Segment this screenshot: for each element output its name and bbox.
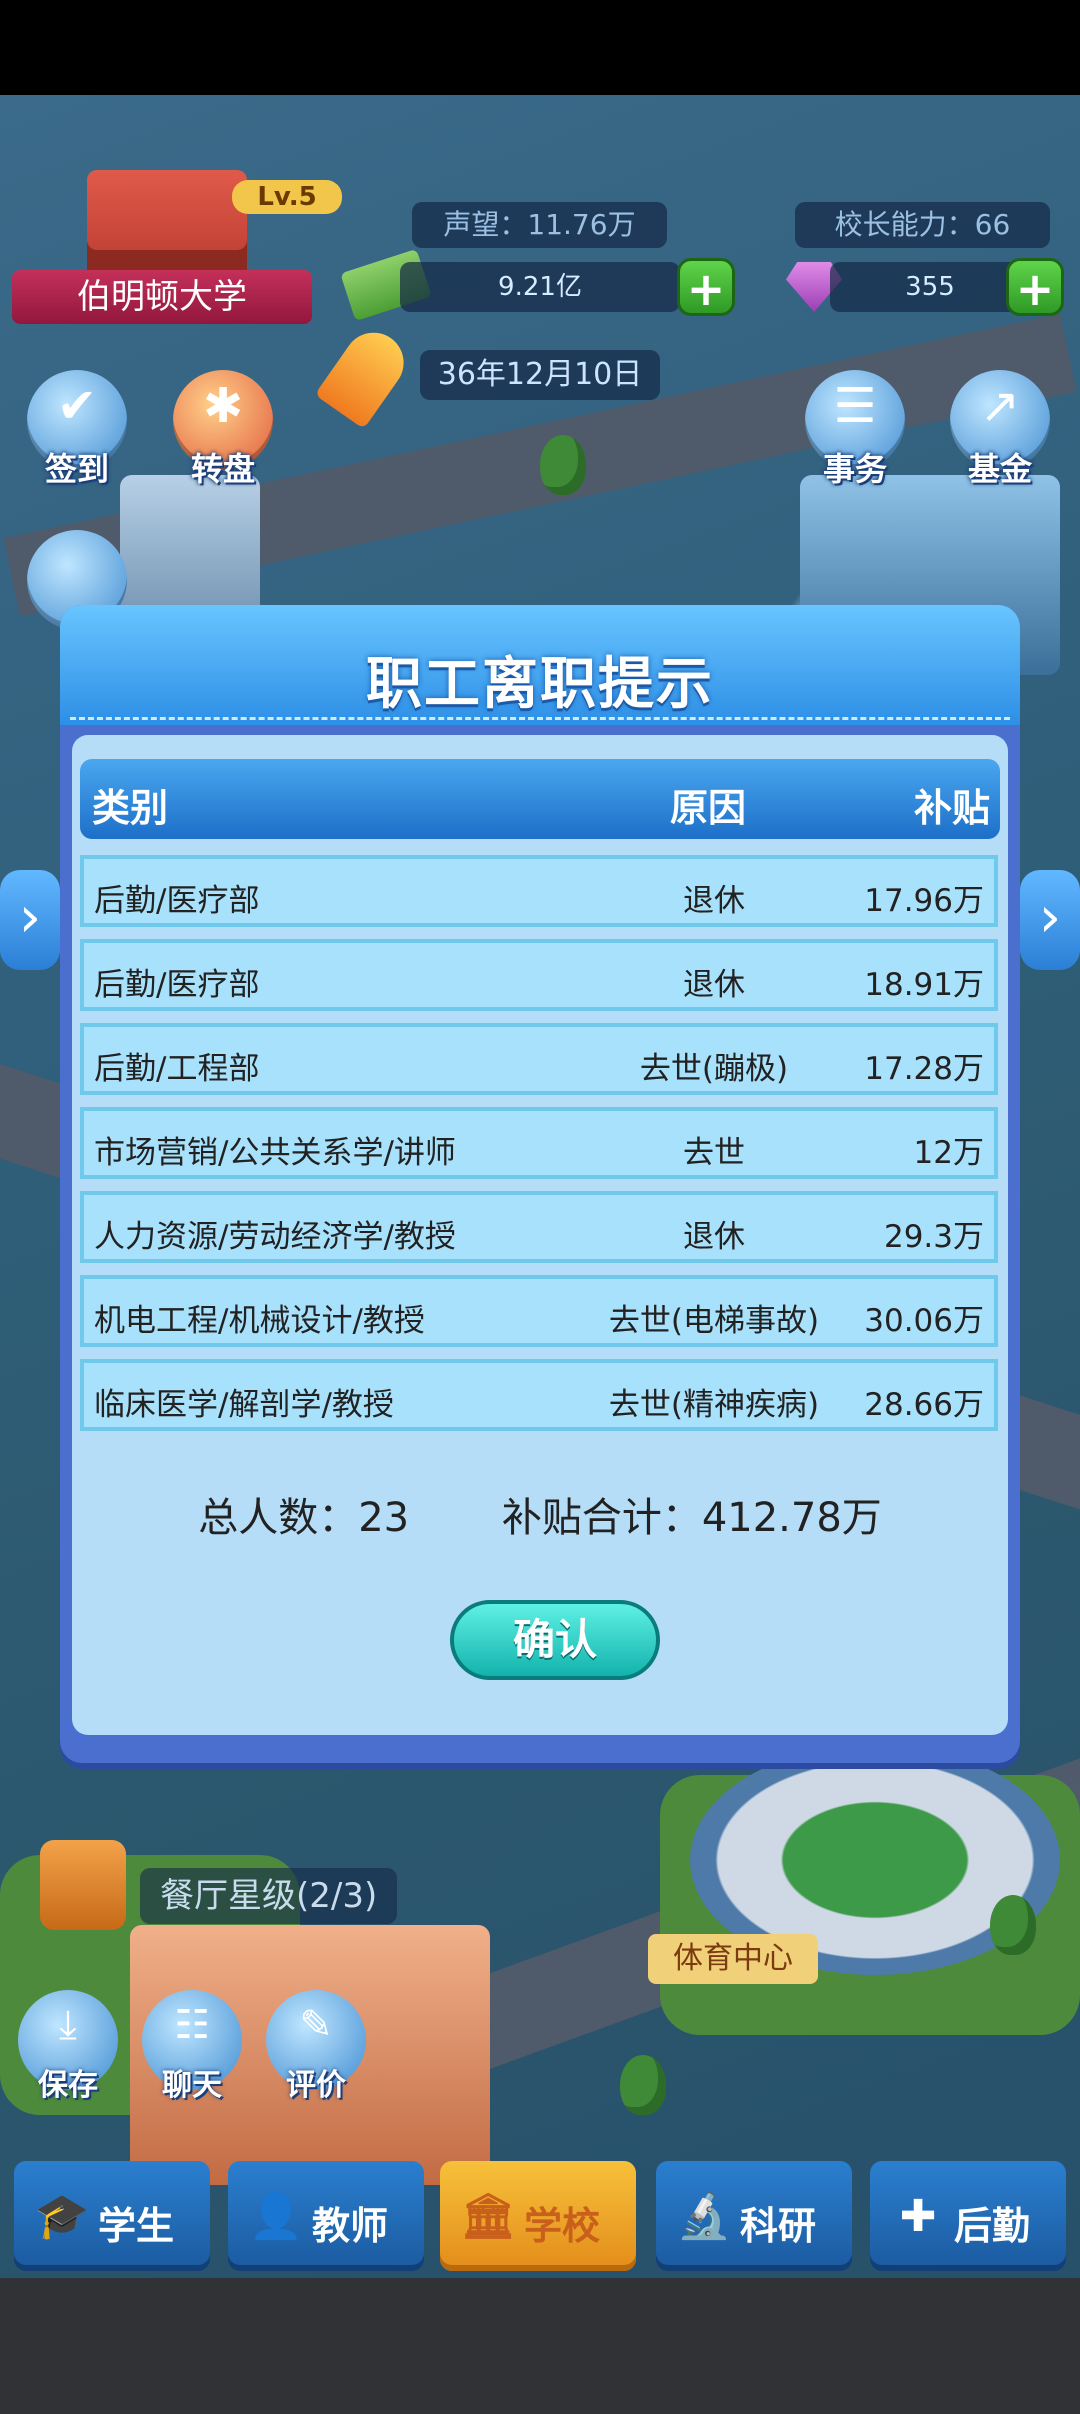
tab-teachers[interactable]: 👤 教师 [228,2161,424,2271]
tree [620,2055,666,2115]
wheel-button[interactable]: ✱ 转盘 [168,370,278,500]
building-icon: 🏛 [460,2191,516,2242]
table-row: 人力资源/劳动经济学/教授 退休 29.3万 [80,1191,998,1263]
principal-ability-display: 校长能力：66 [795,202,1050,248]
table-row: 临床医学/解剖学/教授 去世(精神疾病) 28.66万 [80,1359,998,1431]
tab-logistics[interactable]: ✚ 后勤 [870,2161,1066,2271]
row-reason: 退休 [683,1219,745,1255]
scroll-right-arrow-icon[interactable]: › [1020,870,1080,970]
save-button[interactable]: ⤓ 保存 [18,1990,118,2110]
column-header-subsidy: 补贴 [913,786,990,830]
add-gems-button[interactable]: + [1006,258,1064,316]
dialog-header: 职工离职提示 [60,605,1020,725]
checkin-button[interactable]: ✔ 签到 [22,370,132,500]
staff-resignation-dialog: 职工离职提示 类别 原因 补贴 后勤/医疗部 退休 17.96万 后勤/医疗部 … [60,605,1020,1763]
level-badge: Lv.5 [232,180,342,214]
total-subsidy: 补贴合计：412.78万 [501,1495,882,1541]
mailbox-icon[interactable] [40,1840,126,1930]
row-reason: 退休 [683,883,745,919]
table-row: 后勤/医疗部 退休 18.91万 [80,939,998,1011]
row-category: 后勤/医疗部 [94,967,260,1003]
row-subsidy: 12万 [913,1135,984,1171]
row-category: 人力资源/劳动经济学/教授 [94,1219,456,1255]
affairs-button[interactable]: ☰ 事务 [800,370,910,500]
row-category: 市场营销/公共关系学/讲师 [94,1135,456,1171]
confirm-button[interactable]: 确认 [450,1600,660,1680]
microscope-icon: 🔬 [676,2191,732,2242]
row-subsidy: 28.66万 [864,1387,984,1423]
system-nav-bar [0,2278,1080,2414]
teacher-icon: 👤 [248,2191,304,2242]
row-reason: 去世(电梯事故) [608,1303,820,1339]
row-reason: 退休 [683,967,745,1003]
medical-icon: ✚ [899,2191,937,2242]
gems-display: 355 [830,262,1030,312]
tab-research[interactable]: 🔬 科研 [656,2161,852,2271]
summary-line: 总人数：23 补贴合计：412.78万 [72,1485,1008,1543]
row-subsidy: 17.96万 [864,883,984,919]
row-subsidy: 17.28万 [864,1051,984,1087]
table-header: 类别 原因 补贴 [80,759,1000,839]
review-button[interactable]: ✎ 评价 [266,1990,366,2110]
sports-center-label[interactable]: 体育中心 [648,1934,818,1984]
school-badge[interactable]: Lv.5 伯明顿大学 [12,170,342,330]
school-building-icon [87,170,247,280]
game-date: 36年12月10日 [420,350,660,400]
chat-button[interactable]: ☷ 聊天 [142,1990,242,2110]
column-header-category: 类别 [92,786,169,830]
add-money-button[interactable]: + [677,258,735,316]
tab-school[interactable]: 🏛 学校 [440,2161,636,2271]
dialog-title: 职工离职提示 [366,652,714,717]
restaurant-rating-label: 餐厅星级(2/3) [140,1868,398,1924]
status-bar [0,0,1080,95]
table-row: 市场营销/公共关系学/讲师 去世 12万 [80,1107,998,1179]
bottom-tab-bar: 🎓 学生 👤 教师 🏛 学校 🔬 科研 ✚ 后勤 [0,2155,1080,2278]
column-header-reason: 原因 [670,786,747,830]
tree [540,435,586,495]
row-category: 机电工程/机械设计/教授 [94,1303,425,1339]
dialog-body: 类别 原因 补贴 后勤/医疗部 退休 17.96万 后勤/医疗部 退休 18.9… [72,735,1008,1735]
tab-students[interactable]: 🎓 学生 [14,2161,210,2271]
table-row: 后勤/医疗部 退休 17.96万 [80,855,998,927]
row-reason: 去世(精神疾病) [608,1387,820,1423]
header-divider [70,717,1010,720]
total-people: 总人数：23 [198,1495,410,1541]
school-name: 伯明顿大学 [12,270,312,324]
money-display: 9.21亿 [400,262,680,312]
row-subsidy: 18.91万 [864,967,984,1003]
scroll-left-arrow-icon[interactable]: › [0,870,60,970]
row-reason: 去世 [683,1135,745,1171]
row-subsidy: 30.06万 [864,1303,984,1339]
row-subsidy: 29.3万 [883,1219,984,1255]
fund-button[interactable]: ↗ 基金 [945,370,1055,500]
graduation-cap-icon: 🎓 [34,2191,90,2242]
tree [990,1895,1036,1955]
row-category: 临床医学/解剖学/教授 [94,1387,394,1423]
table-row: 后勤/工程部 去世(蹦极) 17.28万 [80,1023,998,1095]
row-reason: 去世(蹦极) [639,1051,789,1087]
row-category: 后勤/工程部 [94,1051,260,1087]
table-row: 机电工程/机械设计/教授 去世(电梯事故) 30.06万 [80,1275,998,1347]
reputation-display: 声望：11.76万 [412,202,667,248]
row-category: 后勤/医疗部 [94,883,260,919]
